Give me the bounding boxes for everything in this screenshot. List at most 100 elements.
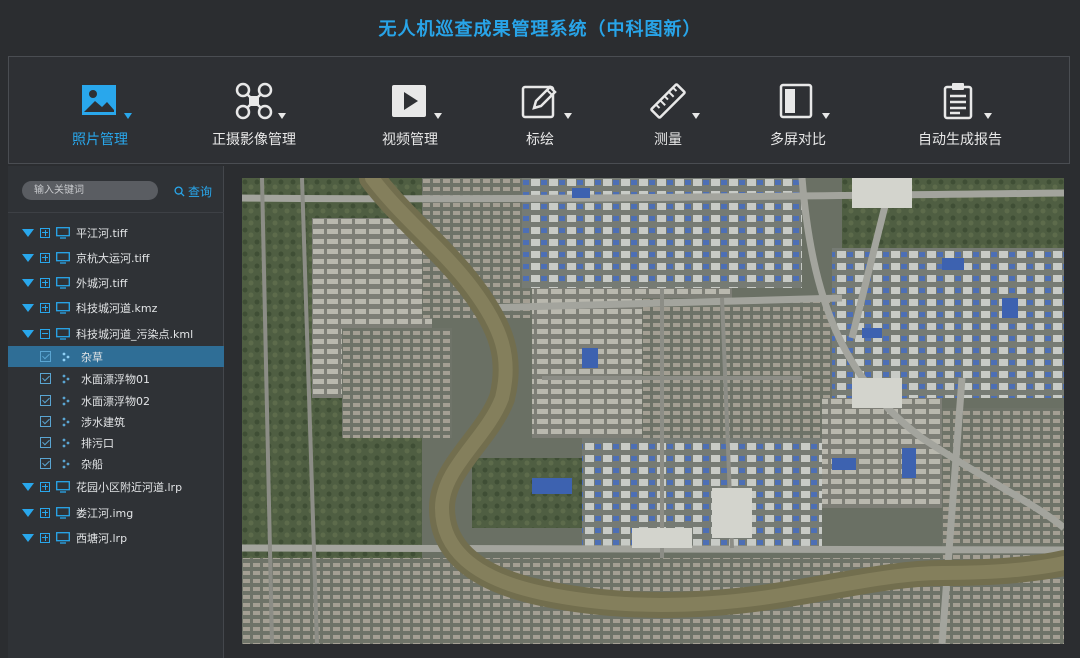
collapse-triangle-icon[interactable]: [22, 278, 34, 287]
clipboard-report-icon: [943, 83, 973, 120]
monitor-icon: [56, 480, 70, 493]
layer-checkbox[interactable]: [40, 437, 51, 448]
collapse-triangle-icon[interactable]: [22, 508, 34, 517]
tree-item-label: 水面漂浮物01: [81, 372, 150, 386]
tree-item-layer[interactable]: 科技城河道_污染点.kml: [8, 323, 224, 344]
photo-icon: [82, 85, 116, 115]
tool-label: 正摄影像管理: [212, 132, 296, 148]
monitor-icon: [56, 506, 70, 519]
tree-item-label: 水面漂浮物02: [81, 394, 150, 408]
point-layer-icon: [62, 352, 70, 361]
collapse-minus-icon[interactable]: [40, 328, 50, 339]
point-layer-icon: [62, 438, 70, 447]
tool-label: 标绘: [526, 132, 554, 148]
dropdown-caret-icon: [692, 113, 700, 119]
point-layer-icon: [62, 396, 70, 405]
point-layer-icon: [62, 459, 70, 468]
tree-item-label: 科技城河道.kmz: [76, 301, 158, 315]
expand-plus-icon[interactable]: [40, 481, 50, 492]
monitor-icon: [56, 301, 70, 314]
monitor-icon: [56, 251, 70, 264]
tree-subitem[interactable]: 涉水建筑: [8, 411, 224, 432]
monitor-icon: [56, 531, 70, 544]
tool-orthophoto-management[interactable]: 正摄影像管理: [189, 57, 319, 163]
edit-icon: [521, 85, 557, 119]
satellite-map-view[interactable]: [242, 178, 1064, 644]
tool-label: 自动生成报告: [918, 132, 1002, 148]
collapse-triangle-icon[interactable]: [22, 228, 34, 237]
point-layer-icon: [62, 374, 70, 383]
monitor-icon: [56, 327, 70, 340]
search-button-label: 查询: [188, 184, 213, 199]
tree-subitem[interactable]: 杂船: [8, 453, 224, 474]
expand-plus-icon[interactable]: [40, 532, 50, 543]
search-icon: [174, 185, 185, 197]
layer-checkbox[interactable]: [40, 458, 51, 469]
tree-item-layer[interactable]: 西塘河.lrp: [8, 527, 224, 548]
expand-plus-icon[interactable]: [40, 302, 50, 313]
tool-auto-report[interactable]: 自动生成报告: [895, 57, 1025, 163]
tree-item-label: 排污口: [81, 436, 114, 450]
main-toolbar: 照片管理 正摄影像管理 视频管理 标绘 测量 多屏对比 自动生成报告: [8, 56, 1070, 164]
monitor-icon: [56, 276, 70, 289]
tree-item-layer[interactable]: 科技城河道.kmz: [8, 297, 224, 318]
monitor-icon: [56, 226, 70, 239]
app-title: 无人机巡查成果管理系统（中科图新）: [378, 19, 702, 40]
tree-subitem[interactable]: 水面漂浮物02: [8, 390, 224, 411]
layer-checkbox[interactable]: [40, 351, 51, 362]
tool-video-management[interactable]: 视频管理: [345, 57, 475, 163]
tree-item-label: 花园小区附近河道.lrp: [76, 480, 183, 494]
dropdown-caret-icon: [434, 113, 442, 119]
tool-plotting[interactable]: 标绘: [475, 57, 605, 163]
collapse-triangle-icon[interactable]: [22, 303, 34, 312]
tree-subitem[interactable]: 杂草: [8, 346, 224, 367]
tree-item-label: 杂草: [81, 350, 103, 364]
dropdown-caret-icon: [822, 113, 830, 119]
tree-subitem[interactable]: 水面漂浮物01: [8, 368, 224, 389]
layer-checkbox[interactable]: [40, 373, 51, 384]
tree-item-layer[interactable]: 娄江河.img: [8, 502, 224, 523]
search-row: 查询: [8, 166, 224, 213]
tool-label: 测量: [654, 132, 682, 148]
collapse-triangle-icon[interactable]: [22, 482, 34, 491]
collapse-triangle-icon[interactable]: [22, 533, 34, 542]
layer-checkbox[interactable]: [40, 395, 51, 406]
search-input[interactable]: [22, 181, 158, 200]
tree-item-layer[interactable]: 外城河.tiff: [8, 272, 224, 293]
tree-item-label: 西塘河.lrp: [76, 531, 128, 545]
tool-label: 多屏对比: [770, 132, 826, 148]
collapse-triangle-icon[interactable]: [22, 253, 34, 262]
expand-plus-icon[interactable]: [40, 252, 50, 263]
tree-item-layer[interactable]: 平江河.tiff: [8, 222, 224, 243]
tree-item-label: 平江河.tiff: [76, 226, 128, 240]
dropdown-caret-icon: [984, 113, 992, 119]
ruler-icon: [650, 83, 686, 119]
search-button[interactable]: 查询: [174, 182, 212, 200]
satellite-imagery: [242, 178, 1064, 644]
tree-item-layer[interactable]: 京杭大运河.tiff: [8, 247, 224, 268]
split-screen-icon: [779, 83, 813, 119]
tree-item-label: 涉水建筑: [81, 415, 125, 429]
expand-plus-icon[interactable]: [40, 277, 50, 288]
tree-item-label: 外城河.tiff: [76, 276, 128, 290]
tool-label: 照片管理: [72, 132, 128, 148]
expand-plus-icon[interactable]: [40, 227, 50, 238]
dropdown-caret-icon: [124, 113, 132, 119]
collapse-triangle-icon[interactable]: [22, 329, 34, 338]
tool-multi-screen-compare[interactable]: 多屏对比: [733, 57, 863, 163]
tree-item-layer[interactable]: 花园小区附近河道.lrp: [8, 476, 224, 497]
tree-item-label: 京杭大运河.tiff: [76, 251, 150, 265]
expand-plus-icon[interactable]: [40, 507, 50, 518]
dropdown-caret-icon: [278, 113, 286, 119]
tool-measure[interactable]: 测量: [603, 57, 733, 163]
tool-label: 视频管理: [382, 132, 438, 148]
video-play-icon: [392, 85, 426, 117]
tool-photo-management[interactable]: 照片管理: [35, 57, 165, 163]
layer-checkbox[interactable]: [40, 416, 51, 427]
tree-item-label: 杂船: [81, 457, 103, 471]
point-layer-icon: [62, 417, 70, 426]
layer-sidebar: 查询 平江河.tiff 京杭大运河.tiff 外城河.tiff 科技城河道.km…: [8, 166, 224, 658]
dropdown-caret-icon: [564, 113, 572, 119]
tree-item-label: 娄江河.img: [76, 506, 134, 520]
tree-subitem[interactable]: 排污口: [8, 432, 224, 453]
